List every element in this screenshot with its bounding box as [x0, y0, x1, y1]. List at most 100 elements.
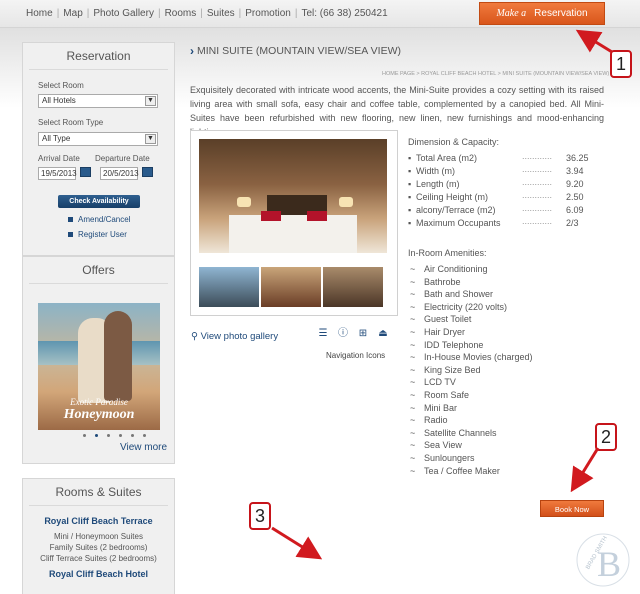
amenity-label: Satellite Channels [424, 427, 497, 438]
amenity-item: ~ Air Conditioning [410, 264, 533, 277]
floorplan-icon[interactable]: ⊞ [357, 328, 369, 340]
chevron-right-icon: › [190, 44, 194, 58]
book-now-button[interactable]: Book Now [540, 500, 604, 517]
select-room-dropdown[interactable]: All Hotels ▼ [38, 94, 158, 108]
select-room-label: Select Room [38, 81, 84, 90]
view-more-link[interactable]: View more [120, 442, 167, 453]
dimension-row: ▪ alcony/Terrace (m2)............ 6.09 [408, 203, 608, 218]
room-group-terrace[interactable]: Royal Cliff Beach Terrace [23, 516, 174, 526]
breadcrumb[interactable]: HOME PAGE > ROYAL CLIFF BEACH HOTEL > MI… [382, 71, 609, 77]
pillow-graphic [307, 211, 327, 221]
nav-map[interactable]: Map [59, 8, 86, 19]
amenity-item: ~ Tea / Coffee Maker [410, 466, 533, 479]
tilde-bullet-icon: ~ [410, 352, 416, 363]
pillow-graphic [261, 211, 281, 221]
thumbnail-image[interactable] [323, 267, 383, 307]
tilde-bullet-icon: ~ [410, 377, 416, 388]
bullet-icon: ▪ [408, 218, 412, 228]
list-icon[interactable]: ☰ [317, 328, 329, 340]
tilde-bullet-icon: ~ [410, 289, 416, 300]
carousel-dot[interactable] [143, 434, 146, 437]
dimension-row: ▪ Maximum Occupants............ 2/3 [408, 216, 608, 231]
tilde-bullet-icon: ~ [410, 440, 416, 451]
amenity-label: IDD Telephone [424, 339, 484, 350]
room-group-hotel[interactable]: Royal Cliff Beach Hotel [23, 569, 174, 579]
bullet-icon [68, 217, 73, 222]
bullet-icon: ▪ [408, 192, 412, 202]
info-icon[interactable]: ⓘ [337, 328, 349, 340]
dimension-leader: ............ [522, 216, 553, 226]
offers-panel: Offers Exotic Paradise Honeymoon View mo… [22, 256, 175, 464]
select-room-value: All Hotels [42, 96, 76, 105]
offer-caption-small: Exotic Paradise [70, 397, 128, 407]
suite-link[interactable]: Family Suites (2 bedrooms) [23, 543, 174, 552]
tilde-bullet-icon: ~ [410, 314, 416, 325]
bullet-icon [68, 232, 73, 237]
nav-suites[interactable]: Suites [203, 8, 239, 19]
tilde-bullet-icon: ~ [410, 264, 416, 274]
arrival-date-field[interactable]: 19/5/2013 [38, 167, 77, 180]
bullet-icon: ▪ [408, 153, 412, 163]
annotation-marker-3: 3 [249, 502, 271, 530]
amenity-item: ~ King Size Bed [410, 365, 533, 378]
dimension-row: ▪ Ceiling Height (m)............ 2.50 [408, 190, 608, 205]
dimension-value: 36.25 [566, 153, 589, 163]
room-type-label: Select Room Type [38, 118, 104, 127]
suite-link[interactable]: Mini / Honeymoon Suites [23, 532, 174, 541]
dimension-value: 6.09 [566, 205, 584, 215]
tilde-bullet-icon: ~ [410, 276, 416, 287]
dimension-leader: ............ [522, 164, 553, 174]
register-user-link[interactable]: Register User [68, 230, 127, 239]
dimension-leader: ............ [522, 177, 553, 187]
amenity-label: Electricity (220 volts) [424, 301, 508, 312]
reservation-button-prefix: Make a [496, 8, 527, 19]
service-bell-icon[interactable]: ⏏ [377, 328, 389, 340]
nav-photo-gallery[interactable]: Photo Gallery [89, 8, 158, 19]
thumbnail-strip [199, 267, 383, 307]
dimension-value: 9.20 [566, 179, 584, 189]
carousel-dot[interactable] [119, 434, 122, 437]
tilde-bullet-icon: ~ [410, 452, 416, 463]
carousel-dot[interactable] [107, 434, 110, 437]
bullet-icon: ▪ [408, 205, 412, 215]
main-room-photo[interactable] [199, 139, 387, 253]
dimension-leader: ............ [522, 151, 553, 161]
calendar-icon[interactable] [142, 167, 153, 177]
carousel-dot[interactable] [83, 434, 86, 437]
honeymoon-offer-image[interactable]: Exotic Paradise Honeymoon [38, 303, 160, 430]
room-type-dropdown[interactable]: All Type ▼ [38, 132, 158, 146]
departure-date-label: Departure Date [95, 154, 150, 163]
dimension-name: Ceiling Height (m) [416, 192, 489, 202]
nav-rooms[interactable]: Rooms [161, 8, 201, 19]
make-reservation-button[interactable]: Make a Reservation [479, 2, 605, 25]
thumbnail-image[interactable] [199, 267, 259, 307]
amenities-list: ~ Air Conditioning ~ Bathrobe ~ Bath and Show… [410, 264, 533, 478]
main-nav: Home | Map | Photo Gallery | Rooms | Suites |… [22, 8, 392, 19]
amenity-label: Bath and Shower [424, 289, 494, 300]
top-navigation-bar: Home | Map | Photo Gallery | Rooms | Suites |… [0, 0, 640, 28]
dimension-row: ▪ Width (m)............ 3.94 [408, 164, 608, 179]
nav-home[interactable]: Home [22, 8, 57, 19]
amend-cancel-link[interactable]: Amend/Cancel [68, 215, 130, 224]
reservation-button-label: Reservation [534, 8, 588, 19]
brad-smith-logo: B BRAD SMITH [576, 533, 630, 587]
amenity-item: ~ IDD Telephone [410, 340, 533, 353]
tilde-bullet-icon: ~ [410, 326, 416, 337]
nav-promotion[interactable]: Promotion [241, 8, 295, 19]
view-photo-gallery-link[interactable]: ⚲ View photo gallery [191, 331, 278, 342]
thumbnail-image[interactable] [261, 267, 321, 307]
page-title: MINI SUITE (MOUNTAIN VIEW/SEA VIEW) [197, 45, 401, 57]
amenity-item: ~ LCD TV [410, 377, 533, 390]
carousel-dot[interactable] [131, 434, 134, 437]
check-availability-button[interactable]: Check Availability [58, 195, 140, 208]
register-user-label: Register User [78, 230, 127, 239]
departure-date-field[interactable]: 20/5/2013 [100, 167, 139, 180]
calendar-icon[interactable] [80, 167, 91, 177]
carousel-dot-active[interactable] [95, 434, 98, 437]
suite-link[interactable]: Cliff Terrace Suites (2 bedrooms) [23, 554, 174, 563]
amenity-item: ~ Hair Dryer [410, 327, 533, 340]
tilde-bullet-icon: ~ [410, 339, 416, 350]
tilde-bullet-icon: ~ [410, 364, 416, 375]
page: Home | Map | Photo Gallery | Rooms | Suites |… [0, 0, 640, 594]
amenity-label: Radio [424, 415, 448, 426]
